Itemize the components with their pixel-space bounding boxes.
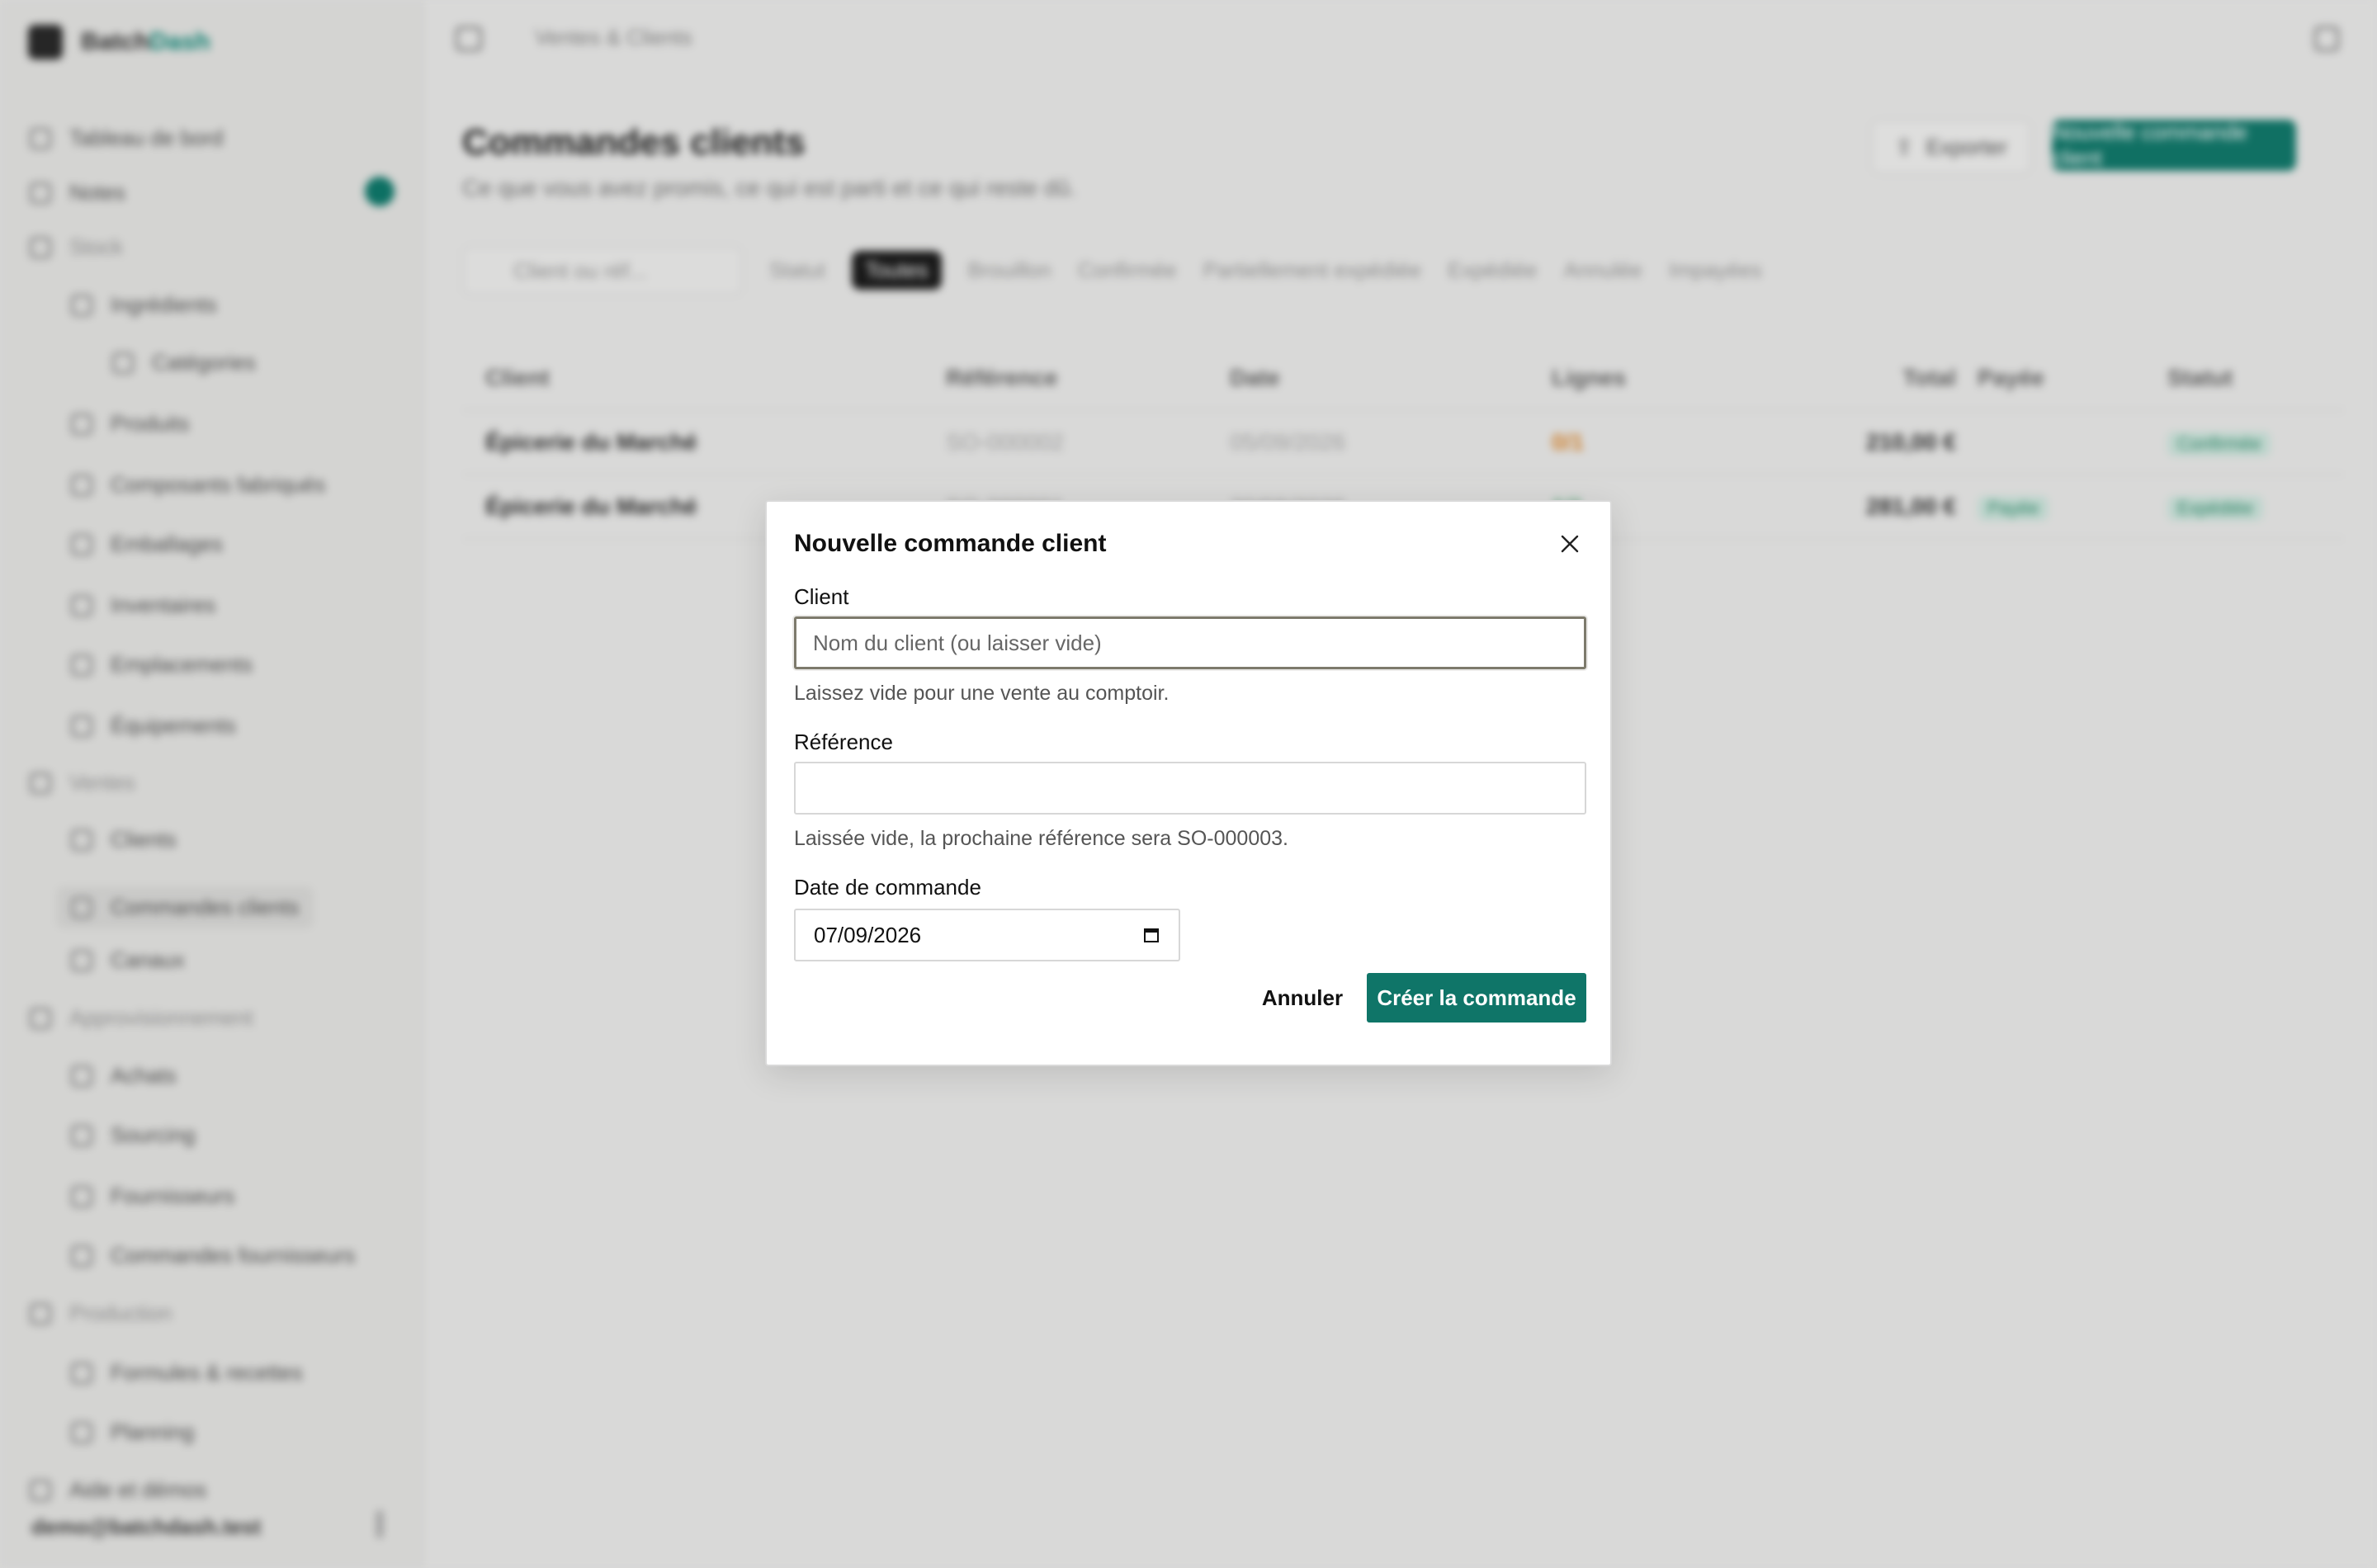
new-order-dialog: Nouvelle commande client Client Laissez … — [765, 500, 1612, 1066]
close-icon — [1561, 535, 1579, 553]
client-input[interactable] — [794, 616, 1586, 669]
date-label: Date de commande — [794, 875, 981, 900]
reference-input[interactable] — [794, 762, 1586, 815]
dialog-title: Nouvelle commande client — [794, 530, 1107, 557]
reference-label: Référence — [794, 730, 893, 754]
date-value: 07/09/2026 — [814, 922, 922, 947]
reference-help: Laissée vide, la prochaine référence ser… — [794, 827, 1288, 850]
create-order-button[interactable]: Créer la commande — [1367, 973, 1586, 1023]
order-date-input[interactable]: 07/09/2026 — [794, 909, 1180, 961]
client-help: Laissez vide pour une vente au comptoir. — [794, 682, 1170, 705]
cancel-button[interactable]: Annuler — [1249, 973, 1356, 1023]
client-label: Client — [794, 584, 849, 609]
calendar-icon[interactable] — [1142, 926, 1160, 944]
close-button[interactable] — [1556, 530, 1584, 558]
